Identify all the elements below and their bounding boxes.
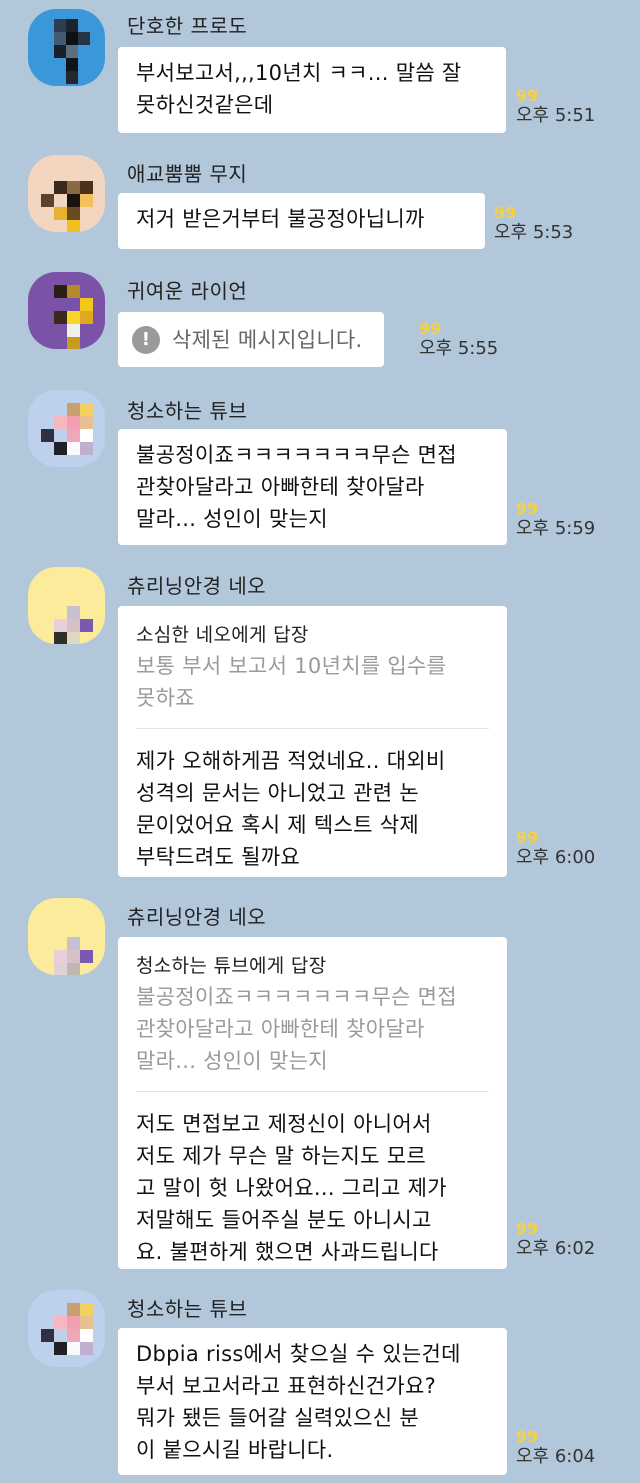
- quoted-line: 못하죠: [136, 686, 195, 710]
- message-line: 불공정이죠ㅋㅋㅋㅋㅋㅋㅋ무슨 면접: [136, 443, 457, 467]
- timestamp: 오후 5:51: [516, 105, 596, 126]
- message-line: 저도 면접보고 제정신이 아니어서: [136, 1112, 432, 1136]
- sender-name: 청소하는 튜브: [127, 1297, 248, 1321]
- message-line: 고 말이 헛 나왔어요... 그리고 제가: [136, 1176, 447, 1200]
- message-bubble[interactable]: Dbpia riss에서 찾으실 수 있는건데 부서 보고서라고 표현하신건가요…: [118, 1328, 507, 1475]
- message-line: 저거 받은거부터 불공정아닙니까: [136, 207, 425, 231]
- sender-name: 애교뿜뿜 무지: [127, 162, 248, 186]
- message-meta: 99 오후 5:55: [419, 320, 498, 360]
- message-meta: 99 오후 6:00: [516, 829, 595, 869]
- message-line: 부탁드려도 될까요: [136, 845, 300, 869]
- message-meta: 99 오후 5:53: [494, 204, 573, 244]
- sender-name: 청소하는 튜브: [127, 399, 248, 423]
- message-line: 제가 오해하게끔 적었네요.. 대외비: [136, 749, 446, 773]
- unread-count: 99: [516, 1427, 539, 1446]
- reply-target: 청소하는 튜브에게 답장: [136, 955, 327, 977]
- message-line: 뭐가 됐든 들어갈 실력있으신 분: [136, 1406, 419, 1430]
- unread-count: 99: [419, 319, 442, 338]
- unread-count: 99: [516, 86, 539, 105]
- message-line: 부서보고서,,,10년치 ㅋㅋ... 말씀 잘: [136, 61, 462, 85]
- reply-message-bubble[interactable]: 청소하는 튜브에게 답장 불공정이죠ㅋㅋㅋㅋㅋㅋㅋ무슨 면접 관찾아달라고 아빠…: [118, 937, 507, 1269]
- unread-count: 99: [516, 499, 539, 518]
- quoted-line: 불공정이죠ㅋㅋㅋㅋㅋㅋㅋ무슨 면접: [136, 985, 457, 1009]
- message-line: 못하신것같은데: [136, 93, 274, 117]
- message-bubble[interactable]: 부서보고서,,,10년치 ㅋㅋ... 말씀 잘 못하신것같은데: [118, 47, 506, 133]
- sender-name: 츄리닝안경 네오: [127, 574, 267, 598]
- timestamp: 오후 5:59: [516, 518, 596, 539]
- message-meta: 99 오후 5:59: [516, 500, 595, 540]
- reply-target: 소심한 네오에게 답장: [136, 624, 309, 646]
- quoted-line: 보통 부서 보고서 10년치를 입수를: [136, 654, 447, 678]
- message-line: 부서 보고서라고 표현하신건가요?: [136, 1374, 437, 1398]
- timestamp: 오후 5:55: [419, 338, 499, 359]
- sender-name: 귀여운 라이언: [127, 279, 248, 303]
- message-line: 문이었어요 혹시 제 텍스트 삭제: [136, 813, 419, 837]
- message-bubble[interactable]: 불공정이죠ㅋㅋㅋㅋㅋㅋㅋ무슨 면접 관찾아달라고 아빠한테 찾아달라 말라...…: [118, 429, 507, 545]
- unread-count: 99: [494, 203, 517, 222]
- sender-name: 단호한 프로도: [127, 14, 248, 38]
- message-line: 저말해도 들어주실 분도 아니시고: [136, 1208, 432, 1232]
- deleted-message-bubble[interactable]: ! 삭제된 메시지입니다.: [118, 312, 384, 367]
- timestamp: 오후 5:53: [494, 222, 574, 243]
- avatar[interactable]: [28, 9, 105, 86]
- message-line: 이 붙으시길 바랍니다.: [136, 1438, 334, 1462]
- quoted-line: 말라... 성인이 맞는지: [136, 1049, 328, 1073]
- message-meta: 99 오후 5:51: [516, 87, 595, 127]
- avatar[interactable]: [28, 567, 105, 644]
- reply-message-bubble[interactable]: 소심한 네오에게 답장 보통 부서 보고서 10년치를 입수를 못하죠 제가 오…: [118, 606, 507, 877]
- message-line: 요. 불편하게 했으면 사과드립니다: [136, 1240, 439, 1264]
- message-meta: 99 오후 6:02: [516, 1220, 595, 1260]
- message-line: 저도 제가 무슨 말 하는지도 모르: [136, 1144, 426, 1168]
- message-line: Dbpia riss에서 찾으실 수 있는건데: [136, 1342, 461, 1366]
- message-bubble[interactable]: 저거 받은거부터 불공정아닙니까: [118, 193, 485, 249]
- message-meta: 99 오후 6:04: [516, 1428, 595, 1468]
- message-line: 성격의 문서는 아니었고 관련 논: [136, 781, 419, 805]
- avatar[interactable]: [28, 272, 105, 349]
- sender-name: 츄리닝안경 네오: [127, 905, 267, 929]
- avatar[interactable]: [28, 1290, 105, 1367]
- divider: [136, 1091, 489, 1092]
- exclamation-circle-icon: !: [132, 325, 160, 354]
- quoted-line: 관찾아달라고 아빠한테 찾아달라: [136, 1017, 425, 1041]
- avatar[interactable]: [28, 898, 105, 975]
- avatar[interactable]: [28, 155, 105, 232]
- divider: [136, 728, 489, 729]
- message-line: 관찾아달라고 아빠한테 찾아달라: [136, 475, 425, 499]
- message-line: 말라... 성인이 맞는지: [136, 507, 328, 531]
- timestamp: 오후 6:04: [516, 1446, 596, 1467]
- deleted-message-text: 삭제된 메시지입니다.: [172, 327, 363, 352]
- timestamp: 오후 6:02: [516, 1238, 596, 1259]
- timestamp: 오후 6:00: [516, 847, 596, 868]
- unread-count: 99: [516, 1219, 539, 1238]
- unread-count: 99: [516, 828, 539, 847]
- avatar[interactable]: [28, 390, 105, 467]
